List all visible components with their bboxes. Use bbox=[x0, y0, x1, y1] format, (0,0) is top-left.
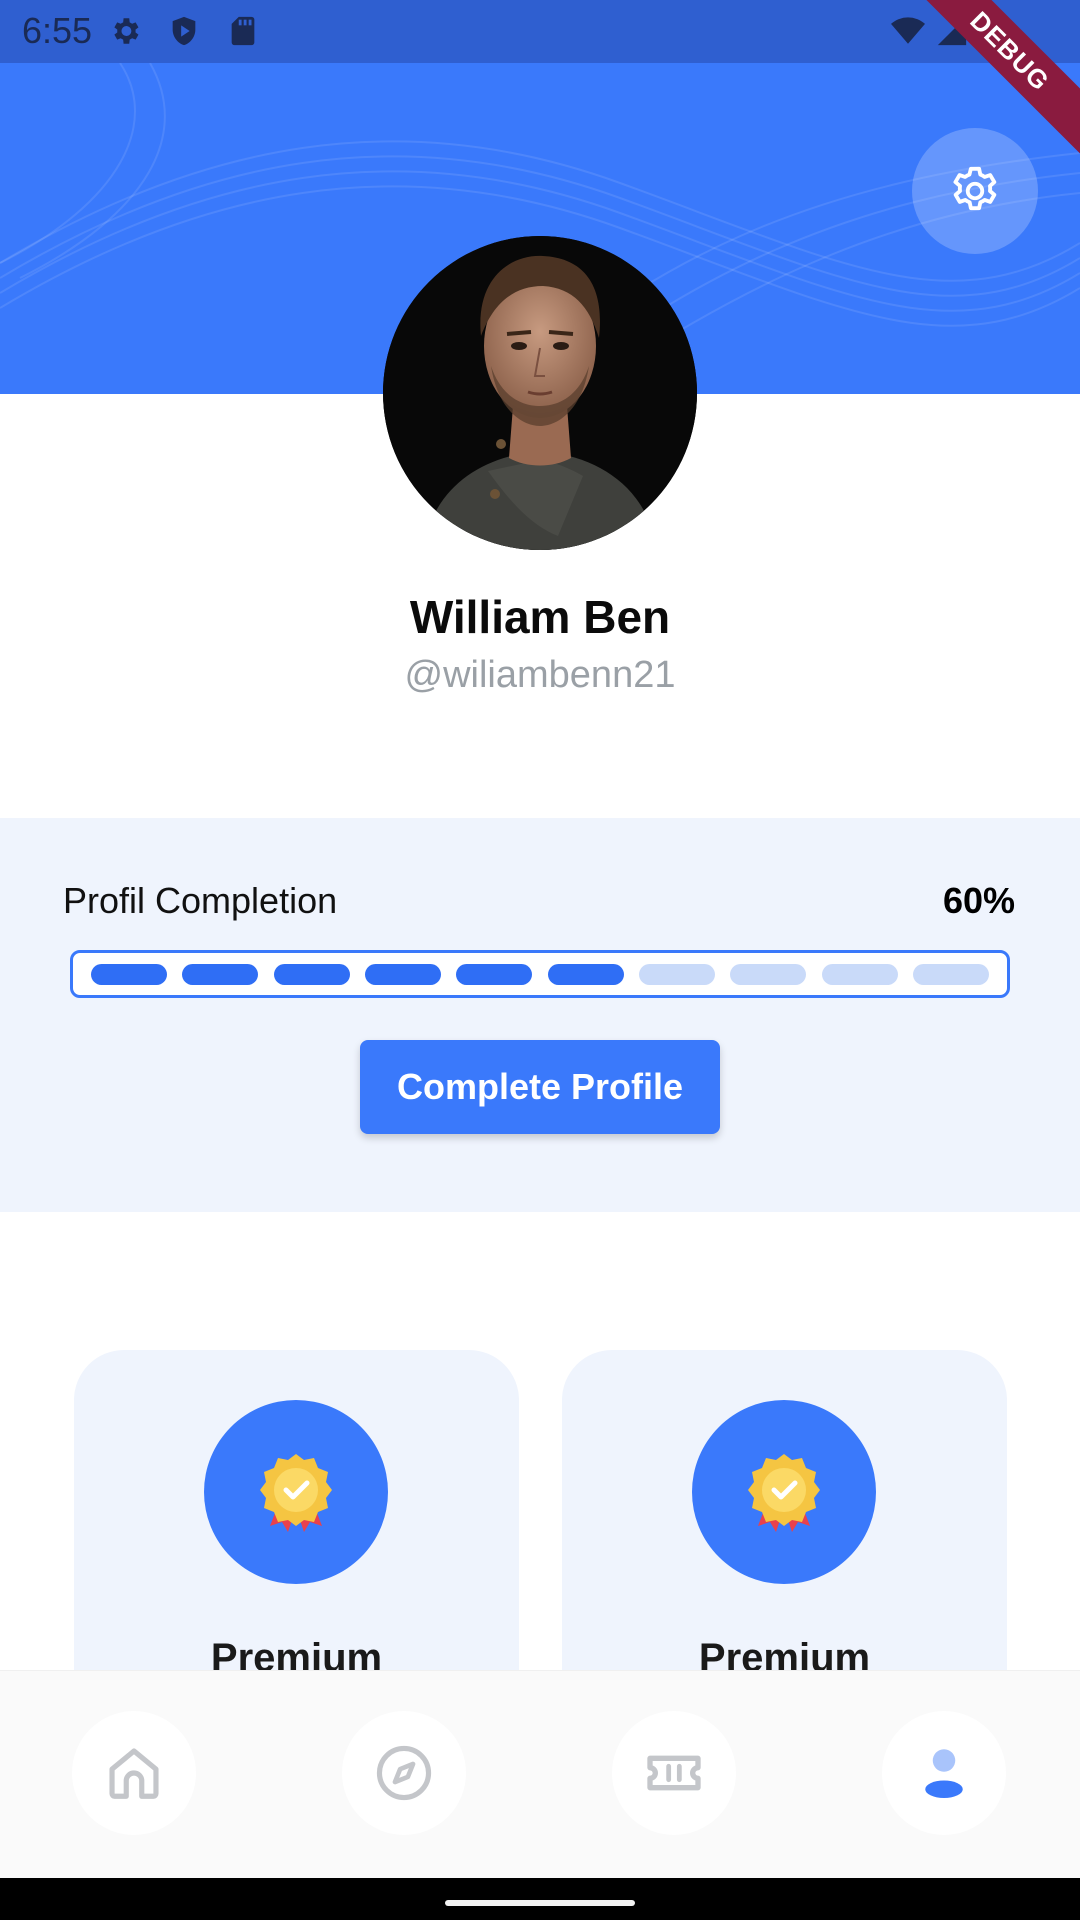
wifi-icon bbox=[891, 17, 925, 44]
nav-profile[interactable] bbox=[882, 1711, 1006, 1835]
progress-segment-filled bbox=[273, 963, 350, 985]
progress-segment-filled bbox=[364, 963, 441, 985]
status-time: 6:55 bbox=[22, 10, 93, 51]
premium-card[interactable]: Premium bbox=[74, 1350, 519, 1680]
nav-explore[interactable] bbox=[342, 1711, 466, 1835]
user-handle: @wiliambenn21 bbox=[404, 654, 676, 696]
progress-segment-empty bbox=[912, 963, 989, 985]
sd-card-icon bbox=[231, 16, 255, 46]
card-badge bbox=[692, 1400, 876, 1584]
nav-tickets[interactable] bbox=[612, 1711, 736, 1835]
progress-segment-filled bbox=[456, 963, 533, 985]
status-bar: 6:55 bbox=[0, 0, 1080, 63]
completion-progress-bar bbox=[70, 950, 1010, 998]
completion-label: Profil Completion bbox=[63, 880, 338, 921]
home-gesture-handle[interactable] bbox=[445, 1900, 635, 1906]
system-navigation-bar bbox=[0, 1878, 1080, 1920]
compass-icon bbox=[376, 1745, 432, 1801]
progress-segment-empty bbox=[638, 963, 715, 985]
shield-icon bbox=[172, 16, 196, 46]
settings-button[interactable] bbox=[912, 128, 1038, 254]
ticket-icon bbox=[647, 1755, 701, 1791]
home-icon bbox=[109, 1748, 159, 1799]
progress-segment-filled bbox=[182, 963, 259, 985]
complete-profile-button[interactable]: Complete Profile bbox=[360, 1040, 720, 1134]
user-name: William Ben bbox=[409, 591, 671, 643]
progress-segment-filled bbox=[547, 963, 624, 985]
progress-segment-empty bbox=[821, 963, 898, 985]
medal-icon bbox=[260, 1454, 332, 1532]
gear-icon bbox=[114, 18, 139, 44]
gear-icon bbox=[953, 166, 997, 211]
completion-percent: 60% bbox=[942, 880, 1015, 921]
premium-card[interactable]: Premium bbox=[562, 1350, 1007, 1680]
bottom-navigation bbox=[0, 1670, 1080, 1878]
card-badge bbox=[204, 1400, 388, 1584]
progress-segment-filled bbox=[91, 963, 167, 985]
medal-icon bbox=[748, 1454, 820, 1532]
nav-home[interactable] bbox=[72, 1711, 196, 1835]
avatar[interactable] bbox=[383, 236, 697, 550]
progress-segment-empty bbox=[730, 963, 807, 985]
avatar-photo bbox=[383, 236, 697, 550]
profile-completion-section: Profil Completion 60% Complete Profile bbox=[0, 818, 1080, 1212]
profile-icon bbox=[925, 1749, 963, 1798]
